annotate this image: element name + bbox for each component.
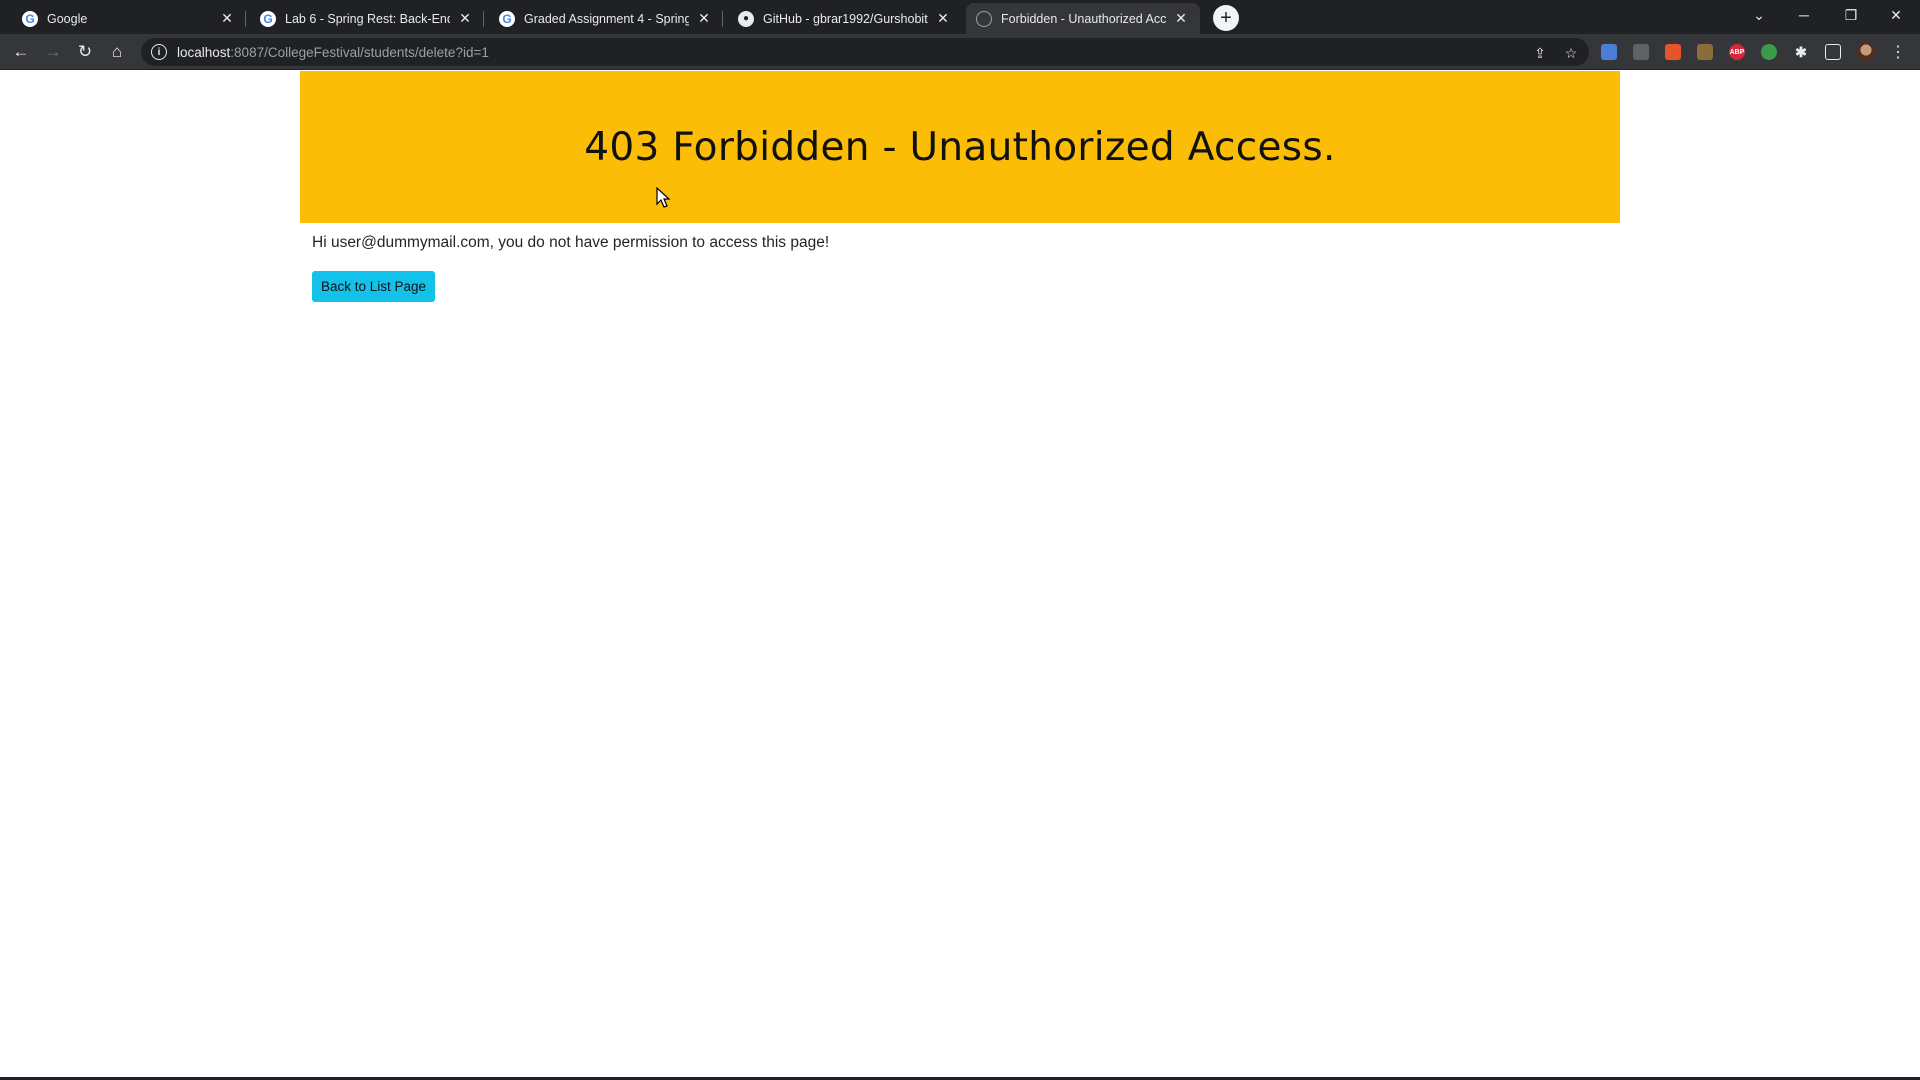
extension-icon-3[interactable] [1665, 44, 1681, 60]
tab-forbidden[interactable]: Forbidden - Unauthorized Access ✕ [966, 3, 1200, 34]
permission-message: Hi user@dummymail.com, you do not have p… [312, 234, 830, 251]
globe-icon [976, 10, 992, 27]
site-info-icon[interactable]: i [151, 44, 167, 60]
close-window-icon[interactable]: ✕ [1874, 0, 1918, 30]
close-tab-icon[interactable]: ✕ [1172, 10, 1190, 28]
tab-separator [483, 11, 484, 27]
close-tab-icon[interactable]: ✕ [456, 10, 474, 28]
url-text[interactable]: localhost:8087/CollegeFestival/students/… [177, 45, 489, 60]
extension-icon-4[interactable] [1697, 44, 1713, 60]
page-content: 403 Forbidden - Unauthorized Access. Hi … [0, 71, 1920, 1080]
tab-title: Google [47, 11, 88, 26]
page-title: 403 Forbidden - Unauthorized Access. [584, 124, 1336, 170]
tab-title: Lab 6 - Spring Rest: Back-End De [285, 11, 450, 26]
extension-icon-2[interactable] [1633, 44, 1649, 60]
back-arrow-icon[interactable]: ← [8, 39, 34, 65]
home-icon[interactable]: ⌂ [104, 39, 130, 65]
tab-lab6[interactable]: G Lab 6 - Spring Rest: Back-End De ✕ [250, 3, 484, 34]
adblock-plus-icon[interactable]: ABP [1729, 44, 1745, 60]
tab-title: Forbidden - Unauthorized Access [1001, 11, 1166, 26]
tab-title: GitHub - gbrar1992/Gurshobit-S [763, 11, 928, 26]
github-icon: ● [738, 10, 754, 27]
minimize-icon[interactable]: ─ [1782, 0, 1826, 30]
tab-separator [722, 11, 723, 27]
extension-icon-1[interactable] [1601, 44, 1617, 60]
browser-toolbar: ← → ↻ ⌂ i localhost:8087/CollegeFestival… [0, 34, 1920, 70]
restore-icon[interactable]: ❐ [1829, 0, 1873, 30]
address-bar[interactable]: i localhost:8087/CollegeFestival/student… [141, 38, 1589, 66]
google-icon: G [22, 10, 38, 27]
reload-icon[interactable]: ↻ [72, 39, 98, 65]
close-tab-icon[interactable]: ✕ [695, 10, 713, 28]
bookmark-star-icon[interactable]: ☆ [1562, 44, 1580, 62]
side-panel-icon[interactable] [1825, 44, 1841, 60]
tab-separator [245, 11, 246, 27]
menu-kebab-icon[interactable]: ⋮ [1890, 42, 1906, 62]
tab-title: Graded Assignment 4 - Spring Re [524, 11, 689, 26]
forward-arrow-icon[interactable]: → [40, 39, 66, 65]
url-host: localhost [177, 44, 231, 60]
tab-strip: G Google ✕ G Lab 6 - Spring Rest: Back-E… [0, 0, 1920, 34]
tab-search-icon[interactable]: ⌄ [1737, 0, 1781, 30]
browser-window: G Google ✕ G Lab 6 - Spring Rest: Back-E… [0, 0, 1920, 1080]
new-tab-button[interactable]: + [1213, 5, 1239, 31]
extension-icon-5[interactable] [1761, 44, 1777, 60]
tab-github[interactable]: ● GitHub - gbrar1992/Gurshobit-S ✕ [728, 3, 962, 34]
error-banner: 403 Forbidden - Unauthorized Access. [300, 71, 1620, 223]
mouse-cursor-icon [656, 187, 671, 208]
google-icon: G [260, 10, 276, 27]
close-tab-icon[interactable]: ✕ [218, 10, 236, 28]
google-icon: G [499, 10, 515, 27]
tab-google[interactable]: G Google ✕ [12, 3, 246, 34]
tab-graded-assignment[interactable]: G Graded Assignment 4 - Spring Re ✕ [489, 3, 723, 34]
profile-avatar[interactable] [1856, 42, 1876, 62]
back-to-list-button[interactable]: Back to List Page [312, 271, 436, 302]
share-icon[interactable]: ⇪ [1531, 44, 1549, 62]
url-path: :8087/CollegeFestival/students/delete?id… [230, 44, 489, 60]
close-tab-icon[interactable]: ✕ [934, 10, 952, 28]
extensions-puzzle-icon[interactable]: ✱ [1793, 44, 1809, 60]
